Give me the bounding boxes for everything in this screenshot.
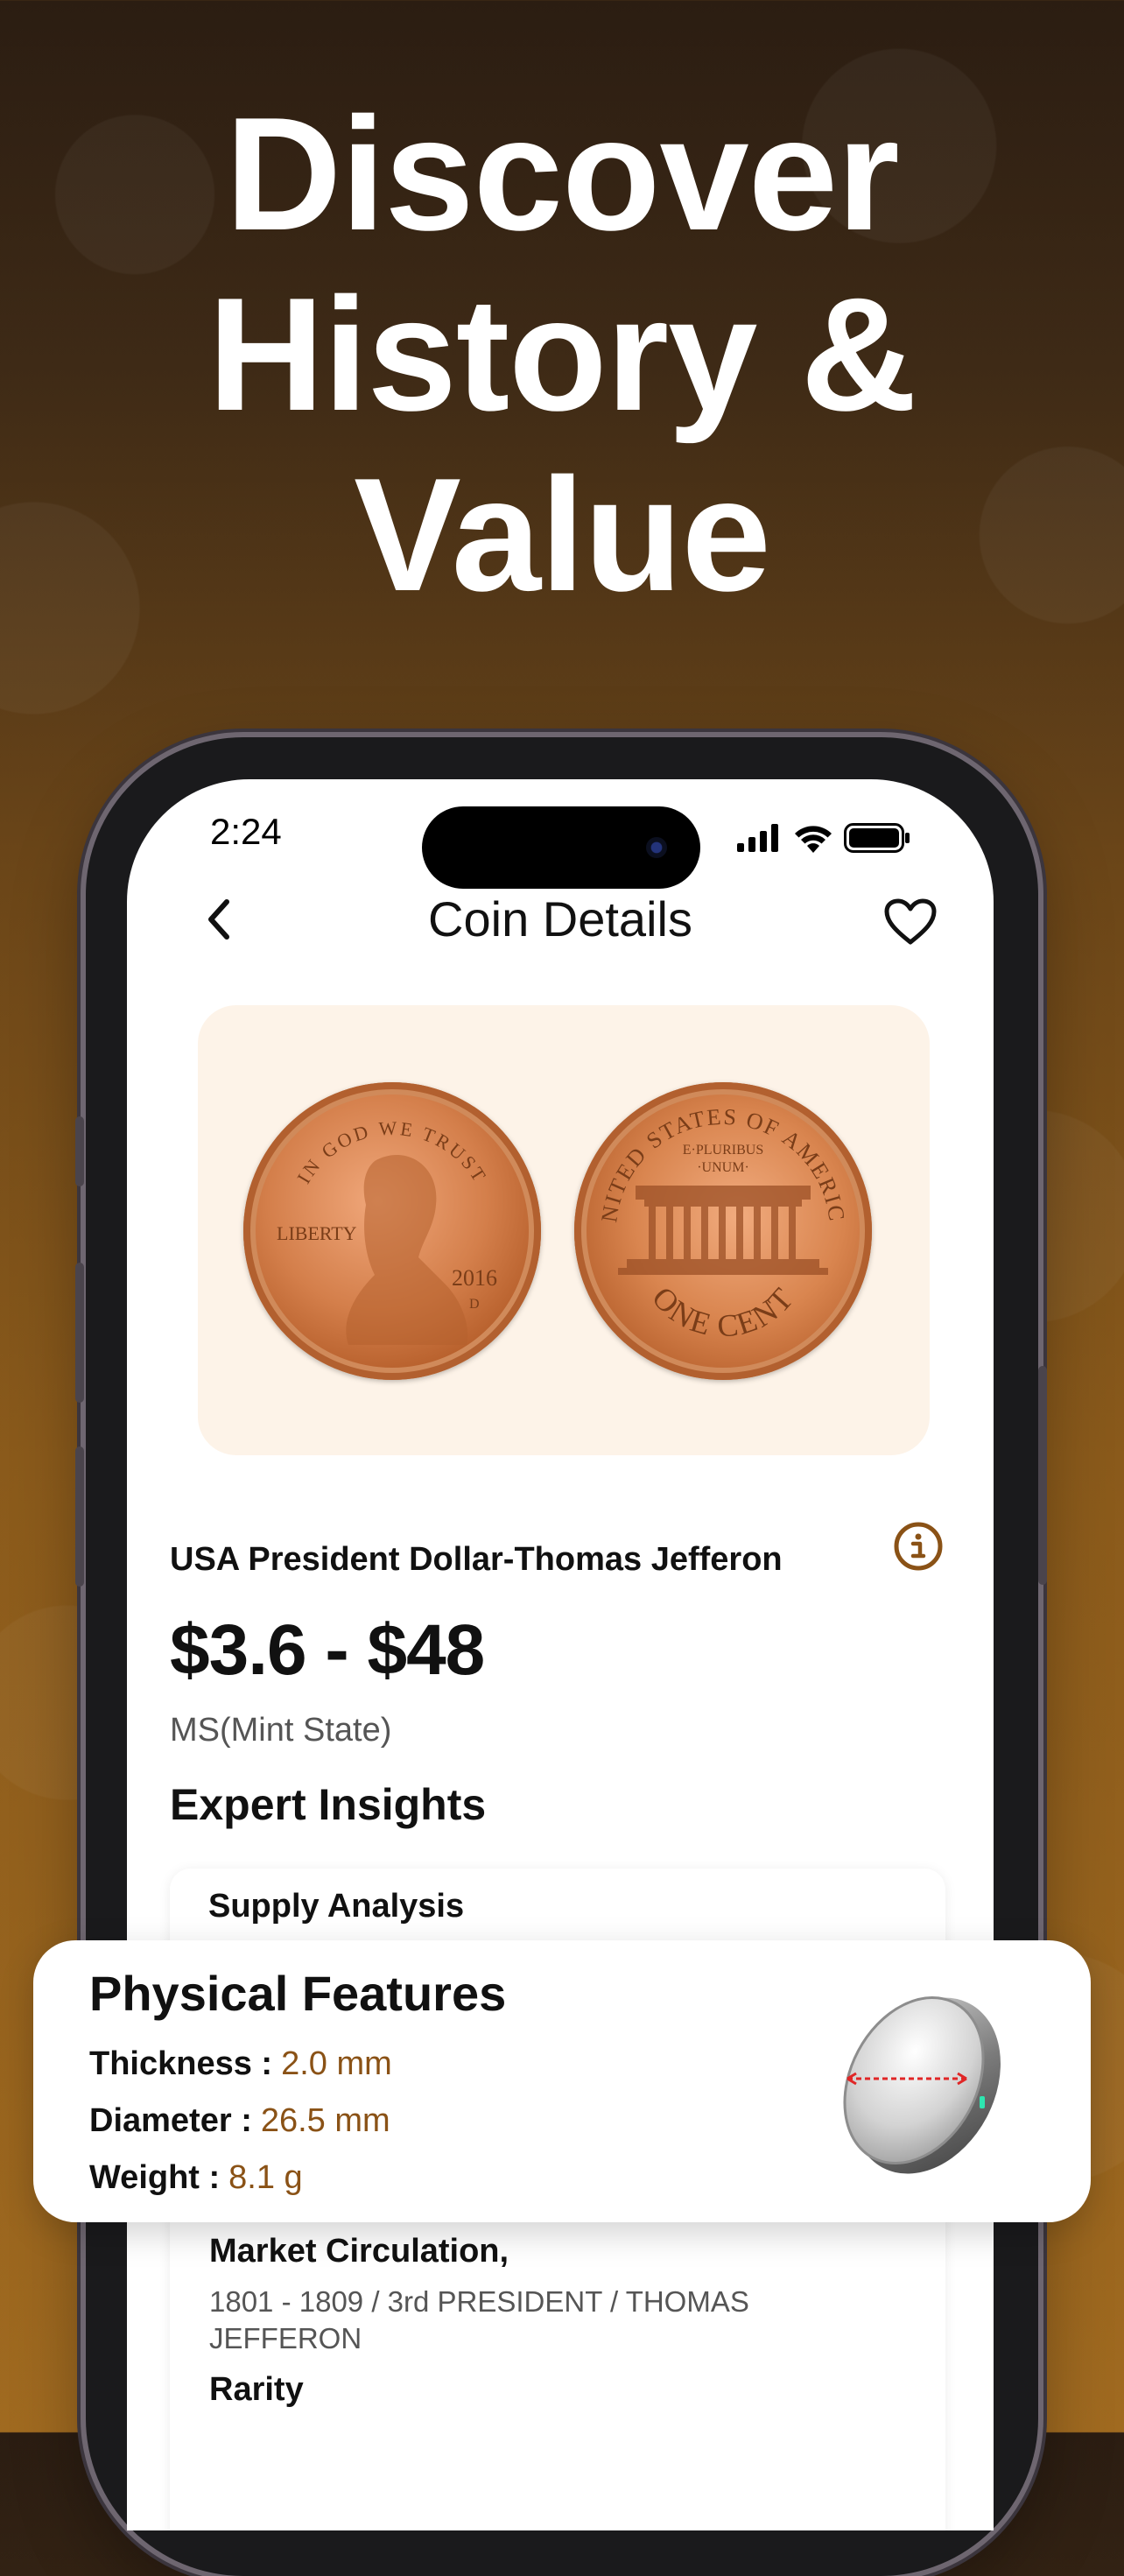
- phone-screen: 2:24 Coin Details IN GOD WE TRUST LIBERT…: [127, 779, 994, 2530]
- headline-line-2: History &: [207, 264, 917, 444]
- dynamic-island: [422, 806, 700, 889]
- battery-icon: [844, 823, 910, 853]
- obverse-year: 2016: [452, 1265, 497, 1291]
- obverse-left-text: LIBERTY: [277, 1222, 357, 1244]
- diameter-value: 26.5 mm: [260, 2102, 390, 2139]
- status-icons: [737, 823, 910, 853]
- coin-image-card: IN GOD WE TRUST LIBERTY 2016 D UNITED ST…: [198, 1005, 930, 1455]
- page-title: Coin Details: [428, 891, 692, 947]
- coin-reverse-image[interactable]: UNITED STATES OF AMERICA E·PLURIBUS ·UNU…: [574, 1082, 872, 1380]
- weight-value: 8.1 g: [228, 2159, 303, 2196]
- thickness-row: Thickness :2.0 mm: [89, 2045, 392, 2083]
- weight-row: Weight :8.1 g: [89, 2159, 303, 2197]
- coin-name: USA President Dollar-Thomas Jefferon: [170, 1541, 783, 1578]
- signal-icon: [737, 824, 778, 852]
- heart-icon: [884, 898, 937, 945]
- headline-line-3: Value: [354, 444, 771, 624]
- price-range: $3.6 - $48: [170, 1610, 485, 1690]
- nav-bar: Coin Details: [127, 880, 994, 959]
- info-icon: [894, 1522, 943, 1571]
- market-circulation-value: 1801 - 1809 / 3rd PRESIDENT / THOMAS JEF…: [209, 2285, 749, 2354]
- headline-line-1: Discover: [225, 83, 899, 264]
- coin-3d-icon: [843, 1995, 1001, 2174]
- obverse-mint-mark: D: [469, 1297, 480, 1312]
- market-circulation-label: Market Circulation,: [209, 2233, 509, 2270]
- side-button-mute: [75, 1116, 84, 1186]
- reverse-denomination: ONE CENT: [645, 1280, 799, 1344]
- expert-insights-title: Expert Insights: [170, 1780, 487, 1829]
- info-button[interactable]: [894, 1522, 943, 1571]
- coin-grade: MS(Mint State): [170, 1712, 392, 1749]
- diameter-row: Diameter :26.5 mm: [89, 2102, 390, 2140]
- camera-lens-icon: [646, 837, 667, 858]
- thickness-value: 2.0 mm: [281, 2045, 392, 2082]
- physical-features-card: Physical Features Thickness :2.0 mm Diam…: [33, 1940, 1091, 2222]
- promo-headline: Discover History & Value: [0, 83, 1124, 624]
- coin-obverse-image[interactable]: IN GOD WE TRUST LIBERTY 2016 D: [243, 1082, 541, 1380]
- side-button-power: [1038, 1366, 1047, 1585]
- status-time: 2:24: [210, 811, 282, 852]
- weight-label: Weight :: [89, 2159, 221, 2196]
- svg-text:ONE CENT: ONE CENT: [645, 1280, 801, 1344]
- reverse-motto-2: ·UNUM·: [697, 1160, 749, 1175]
- thickness-label: Thickness :: [89, 2045, 273, 2082]
- diameter-label: Diameter :: [89, 2102, 252, 2139]
- rarity-label: Rarity: [209, 2371, 304, 2408]
- wifi-icon: [795, 826, 832, 853]
- supply-analysis-label: Supply Analysis: [208, 1888, 465, 1925]
- physical-features-title: Physical Features: [89, 1966, 507, 2021]
- favorite-button[interactable]: [884, 897, 937, 947]
- reverse-motto-1: E·PLURIBUS: [683, 1143, 763, 1158]
- side-button-volume-down: [75, 1446, 84, 1587]
- side-button-volume-up: [75, 1263, 84, 1403]
